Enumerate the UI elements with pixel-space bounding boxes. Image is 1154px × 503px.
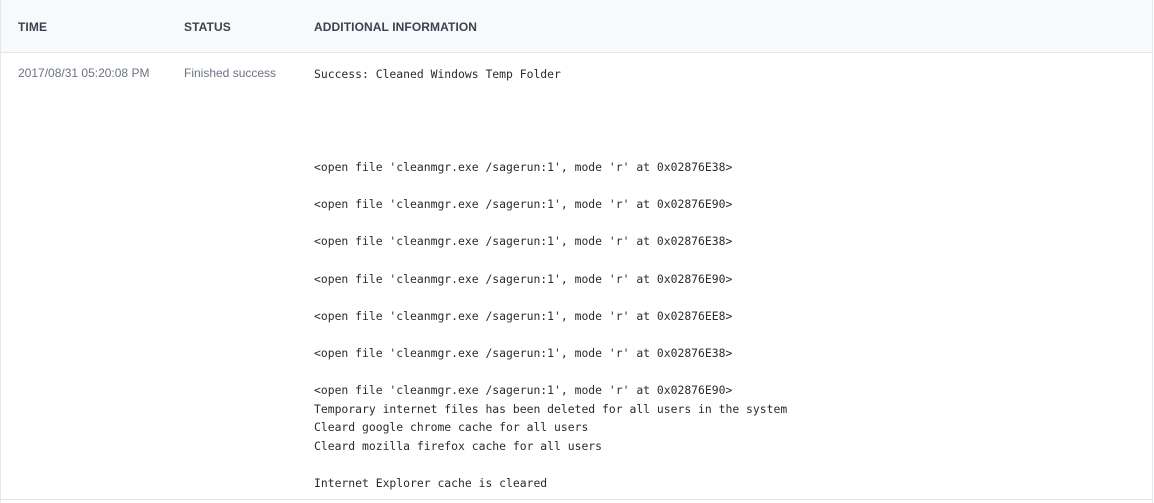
table-row: 2017/08/31 05:20:08 PM Finished success … [1, 53, 1152, 499]
row-additional-information-cell: Success: Cleaned Windows Temp Folder <ope… [314, 65, 1134, 493]
info-line: <open file 'cleanmgr.exe /sagerun:1', mo… [314, 197, 733, 212]
info-line: Temporary internet files has been delete… [314, 401, 788, 416]
info-line: Internet Explorer cache is cleared [314, 476, 548, 491]
info-line: Cleard google chrome cache for all users [314, 420, 589, 435]
info-line: <open file 'cleanmgr.exe /sagerun:1', mo… [314, 383, 733, 398]
info-line [314, 177, 1134, 196]
column-header-status[interactable]: STATUS [184, 20, 231, 34]
info-line [314, 84, 1134, 103]
info-line: <open file 'cleanmgr.exe /sagerun:1', mo… [314, 308, 733, 323]
info-line: <open file 'cleanmgr.exe /sagerun:1', mo… [314, 159, 733, 174]
info-line [314, 251, 1134, 270]
info-line: <open file 'cleanmgr.exe /sagerun:1', mo… [314, 345, 733, 360]
info-line [314, 325, 1134, 344]
info-line: Cleard mozilla firefox cache for all use… [314, 438, 603, 453]
column-header-additional-information[interactable]: ADDITIONAL INFORMATION [314, 20, 477, 34]
info-line [314, 288, 1134, 307]
info-line [314, 102, 1134, 121]
row-status-cell: Finished success [184, 66, 277, 80]
info-line [314, 139, 1134, 158]
row-time-cell: 2017/08/31 05:20:08 PM [18, 66, 150, 80]
info-line: Success: Cleaned Windows Temp Folder [314, 67, 561, 81]
column-header-time[interactable]: TIME [18, 20, 47, 34]
info-line [314, 455, 1134, 474]
info-line: <open file 'cleanmgr.exe /sagerun:1', mo… [314, 234, 733, 249]
info-line [314, 363, 1134, 382]
table-header-row: TIME STATUS ADDITIONAL INFORMATION [1, 0, 1152, 53]
row-divider [1, 499, 1152, 500]
info-line: <open file 'cleanmgr.exe /sagerun:1', mo… [314, 271, 733, 286]
info-line [314, 121, 1134, 140]
task-log-table: TIME STATUS ADDITIONAL INFORMATION 2017/… [0, 0, 1153, 503]
info-line [314, 214, 1134, 233]
